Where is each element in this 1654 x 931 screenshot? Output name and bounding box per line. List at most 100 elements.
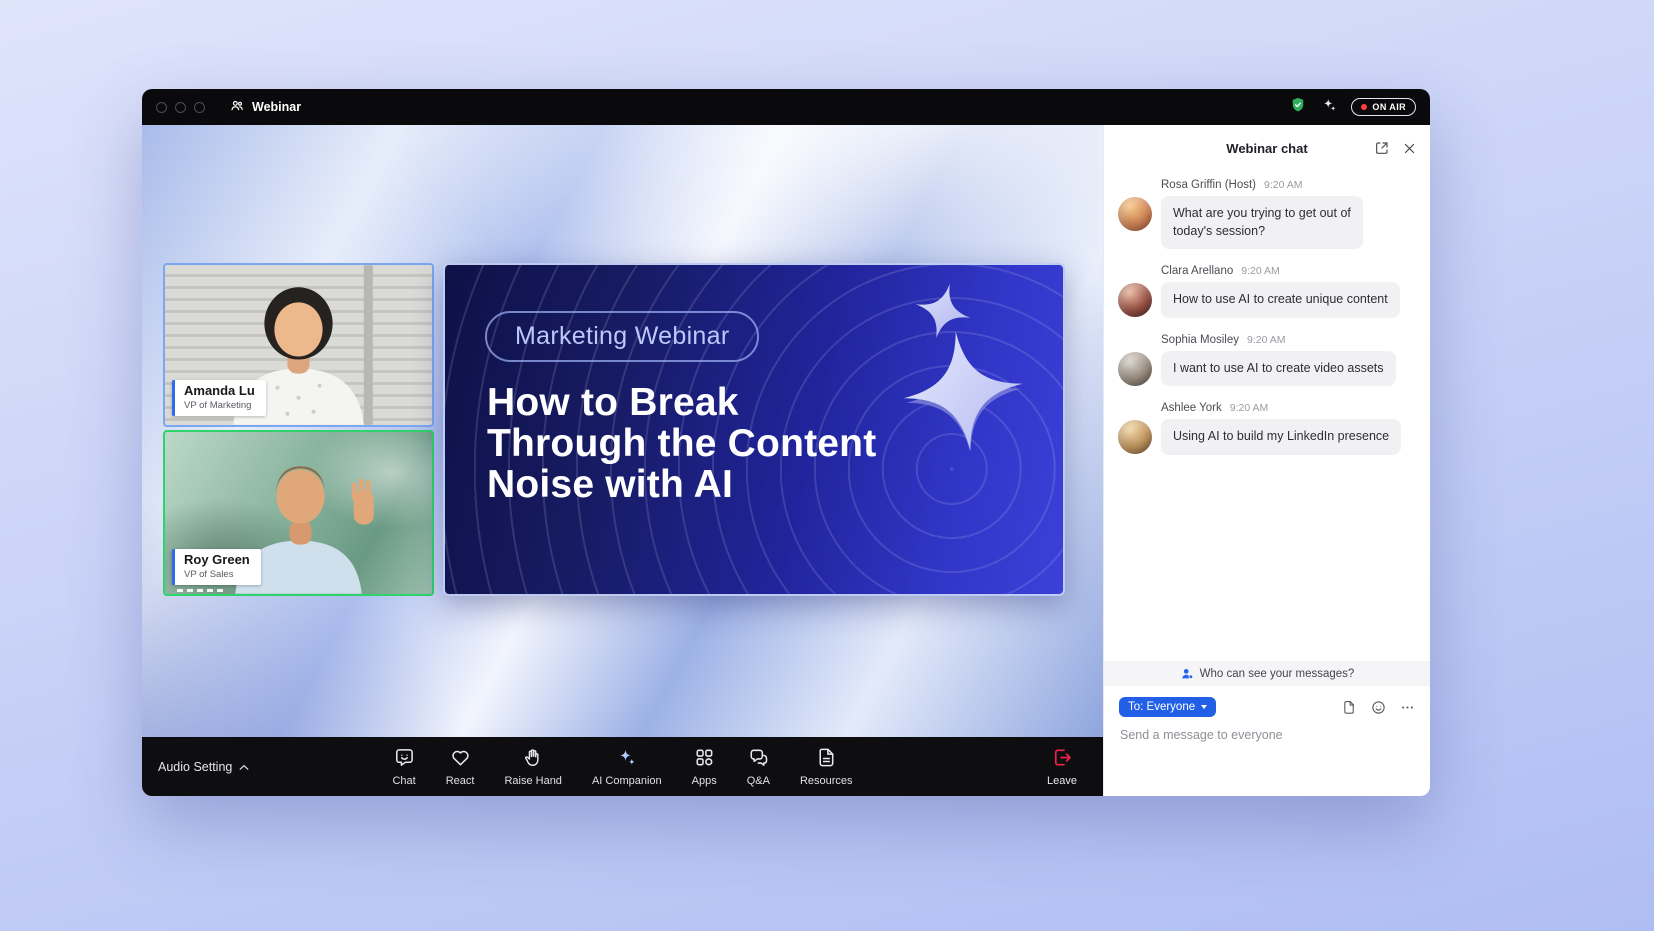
audio-setting-button[interactable]: Audio Setting [158, 760, 249, 774]
resources-button[interactable]: Resources [800, 746, 853, 787]
message-time: 9:20 AM [1247, 334, 1286, 346]
participant-role: VP of Sales [184, 569, 250, 580]
message-author: Sophia Mosiley [1161, 334, 1239, 346]
desktop-background: Webinar [0, 0, 1654, 931]
avatar [1118, 420, 1152, 454]
chat-message: Rosa Griffin (Host) 9:20 AM What are you… [1118, 179, 1414, 249]
on-air-dot [1361, 104, 1367, 110]
message-author: Rosa Griffin (Host) [1161, 179, 1256, 191]
qa-button[interactable]: Q&A [747, 746, 770, 787]
tool-label: Apps [692, 775, 717, 787]
apps-button[interactable]: Apps [692, 746, 717, 787]
meeting-toolbar: Audio Setting [142, 737, 1103, 796]
chat-message-input[interactable] [1120, 728, 1400, 742]
file-icon[interactable] [1342, 700, 1357, 715]
chat-panel: Webinar chat [1103, 125, 1430, 796]
slide-title: How to Break Through the Content Noise w… [487, 383, 876, 506]
avatar [1118, 197, 1152, 231]
raised-hand [352, 478, 374, 524]
emoji-icon[interactable] [1371, 700, 1386, 715]
chat-footer: Who can see your messages? To: Everyone [1104, 661, 1430, 796]
tool-label: Raise Hand [504, 775, 561, 787]
message-time: 9:20 AM [1230, 402, 1269, 414]
audio-level-indicator [177, 589, 225, 592]
participant-nametag: Roy Green VP of Sales [172, 549, 261, 585]
chat-icon [393, 746, 416, 772]
message-author: Clara Arellano [1161, 265, 1233, 277]
message-bubble: What are you trying to get out of today'… [1161, 196, 1363, 249]
on-air-badge: ON AIR [1351, 98, 1416, 116]
toolbar-center-group: Chat React [392, 746, 852, 787]
chat-button[interactable]: Chat [392, 746, 415, 787]
compose-area-spacer [1104, 744, 1430, 796]
slide-badge: Marketing Webinar [485, 311, 759, 362]
video-stage: Amanda Lu VP of Marketing [142, 125, 1103, 737]
webinar-window: Webinar [142, 89, 1430, 796]
tool-label: React [446, 775, 475, 787]
recipient-selector[interactable]: To: Everyone [1119, 697, 1216, 717]
raise-hand-icon [522, 746, 545, 772]
message-visibility-info[interactable]: Who can see your messages? [1104, 661, 1430, 686]
participant-nametag: Amanda Lu VP of Marketing [172, 380, 266, 416]
window-title-group: Webinar [229, 98, 301, 117]
leave-door-icon [1051, 746, 1074, 772]
participant-name: Roy Green [184, 553, 250, 568]
qa-icon [747, 746, 770, 772]
ai-companion-button[interactable]: AI Companion [592, 746, 662, 787]
privacy-note-text: Who can see your messages? [1200, 668, 1355, 680]
raise-hand-button[interactable]: Raise Hand [504, 746, 561, 787]
apps-icon [693, 746, 716, 772]
chat-panel-title: Webinar chat [1226, 141, 1307, 156]
tool-label: Resources [800, 775, 853, 787]
chat-message: Ashlee York 9:20 AM Using AI to build my… [1118, 402, 1414, 455]
chat-message-list: Rosa Griffin (Host) 9:20 AM What are you… [1104, 171, 1430, 661]
avatar [1118, 352, 1152, 386]
window-controls [156, 102, 205, 113]
chevron-up-icon [239, 760, 249, 774]
more-options-icon[interactable] [1400, 700, 1415, 715]
tool-label: AI Companion [592, 775, 662, 787]
participant-role: VP of Marketing [184, 400, 255, 411]
participants-icon [229, 98, 245, 117]
tool-label: Q&A [747, 775, 770, 787]
titlebar-status-area: ON AIR [1289, 96, 1416, 119]
avatar [1118, 283, 1152, 317]
window-minimize-button[interactable] [175, 102, 186, 113]
window-titlebar: Webinar [142, 89, 1430, 125]
compose-toolbar: To: Everyone [1104, 686, 1430, 719]
close-icon[interactable] [1402, 141, 1417, 156]
chat-message: Clara Arellano 9:20 AM How to use AI to … [1118, 265, 1414, 318]
video-tile-amanda[interactable]: Amanda Lu VP of Marketing [163, 263, 434, 427]
main-area: Amanda Lu VP of Marketing [142, 125, 1103, 796]
message-bubble: I want to use AI to create video assets [1161, 351, 1396, 387]
resources-icon [815, 746, 838, 772]
message-author: Ashlee York [1161, 402, 1222, 414]
chevron-down-icon [1201, 705, 1207, 709]
tool-label: Chat [392, 775, 415, 787]
popout-icon[interactable] [1374, 140, 1390, 156]
heart-icon [449, 746, 472, 772]
presentation-slide: Marketing Webinar How to Break Through t… [443, 263, 1065, 596]
audio-setting-label: Audio Setting [158, 760, 232, 774]
window-maximize-button[interactable] [194, 102, 205, 113]
chat-message: Sophia Mosiley 9:20 AM I want to use AI … [1118, 334, 1414, 387]
leave-button[interactable]: Leave [1047, 746, 1087, 787]
message-bubble: How to use AI to create unique content [1161, 282, 1400, 318]
leave-label: Leave [1047, 775, 1077, 787]
star-decoration [896, 324, 1030, 458]
recipient-label: To: Everyone [1128, 701, 1195, 713]
react-button[interactable]: React [446, 746, 475, 787]
message-time: 9:20 AM [1264, 179, 1303, 191]
participant-name: Amanda Lu [184, 384, 255, 399]
on-air-label: ON AIR [1372, 102, 1406, 112]
video-tile-roy[interactable]: Roy Green VP of Sales [163, 430, 434, 596]
window-close-button[interactable] [156, 102, 167, 113]
sparkle-icon[interactable] [1320, 96, 1338, 119]
person-info-icon [1180, 667, 1194, 681]
window-title: Webinar [252, 100, 301, 114]
message-bubble: Using AI to build my LinkedIn presence [1161, 419, 1401, 455]
message-time: 9:20 AM [1241, 265, 1280, 277]
chat-header: Webinar chat [1104, 125, 1430, 171]
shield-check-icon[interactable] [1289, 96, 1307, 119]
ai-sparkle-icon [615, 746, 638, 772]
